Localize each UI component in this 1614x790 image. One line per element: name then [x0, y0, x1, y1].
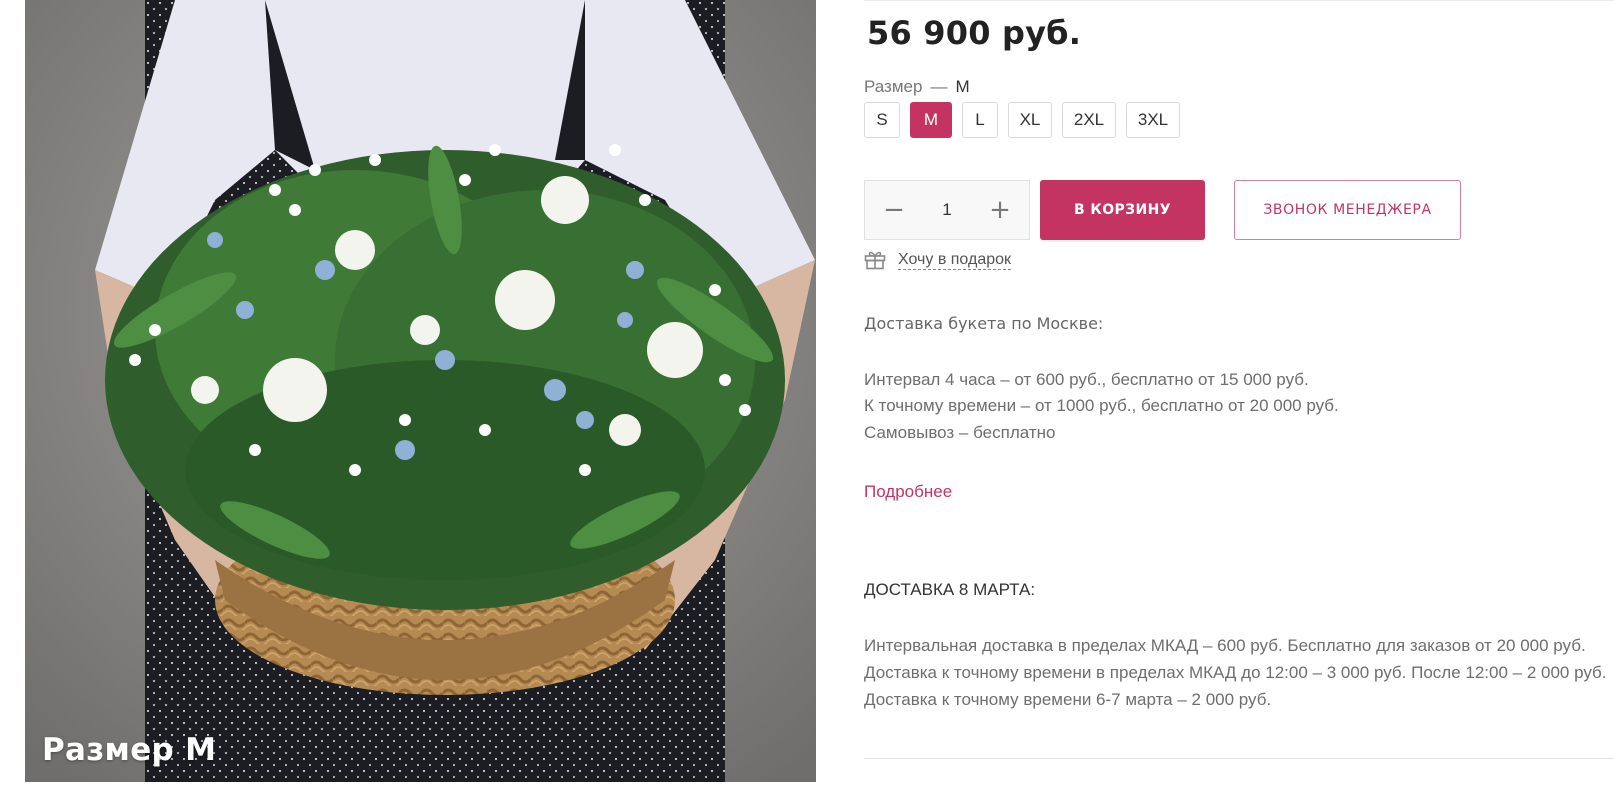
size-option-2xl[interactable]: 2XL: [1062, 102, 1116, 138]
product-photo-illustration: [25, 0, 816, 782]
call-manager-button[interactable]: ЗВОНОК МЕНЕДЖЕРА: [1234, 180, 1461, 240]
product-image[interactable]: Размер M: [25, 0, 816, 782]
size-option-xl[interactable]: XL: [1008, 102, 1052, 138]
bottom-divider: [864, 758, 1614, 759]
size-option-l[interactable]: L: [962, 102, 998, 138]
add-to-cart-button[interactable]: В КОРЗИНУ: [1040, 180, 1205, 240]
gift-icon: [864, 251, 886, 270]
gift-option: Хочу в подарок: [864, 250, 1012, 270]
more-details-link[interactable]: Подробнее: [864, 482, 952, 502]
delivery-line: Интервал 4 часа – от 600 руб., бесплатно…: [864, 370, 1309, 389]
image-caption: Размер M: [42, 732, 217, 768]
delivery-line: Самовывоз – бесплатно: [864, 423, 1056, 442]
top-divider: [864, 0, 1614, 1]
product-price: 56 900 руб.: [867, 14, 1082, 52]
gift-link[interactable]: Хочу в подарок: [898, 251, 1012, 270]
quantity-increase-button[interactable]: +: [971, 181, 1029, 239]
march-delivery-line: Доставка к точному времени 6-7 марта – 2…: [864, 690, 1272, 709]
size-option-3xl[interactable]: 3XL: [1126, 102, 1180, 138]
selected-size-value: M: [955, 77, 970, 96]
size-label-dash: —: [930, 77, 948, 96]
size-label-line: Размер — M: [864, 77, 970, 97]
size-label: Размер: [864, 77, 923, 96]
march-delivery-title: ДОСТАВКА 8 МАРТА:: [864, 580, 1036, 599]
quantity-stepper: − 1 +: [864, 180, 1030, 240]
delivery-title: Доставка букета по Москве:: [864, 314, 1104, 333]
march-delivery-line: Доставка к точному времени в пределах МК…: [864, 663, 1607, 682]
size-options: S M L XL 2XL 3XL: [864, 102, 1190, 138]
delivery-line: К точному времени – от 1000 руб., беспла…: [864, 396, 1339, 415]
size-option-s[interactable]: S: [864, 102, 900, 138]
quantity-value[interactable]: 1: [927, 200, 967, 220]
size-option-m[interactable]: M: [910, 102, 952, 138]
quantity-decrease-button[interactable]: −: [865, 181, 923, 239]
march-delivery-line: Интервальная доставка в пределах МКАД – …: [864, 636, 1586, 655]
